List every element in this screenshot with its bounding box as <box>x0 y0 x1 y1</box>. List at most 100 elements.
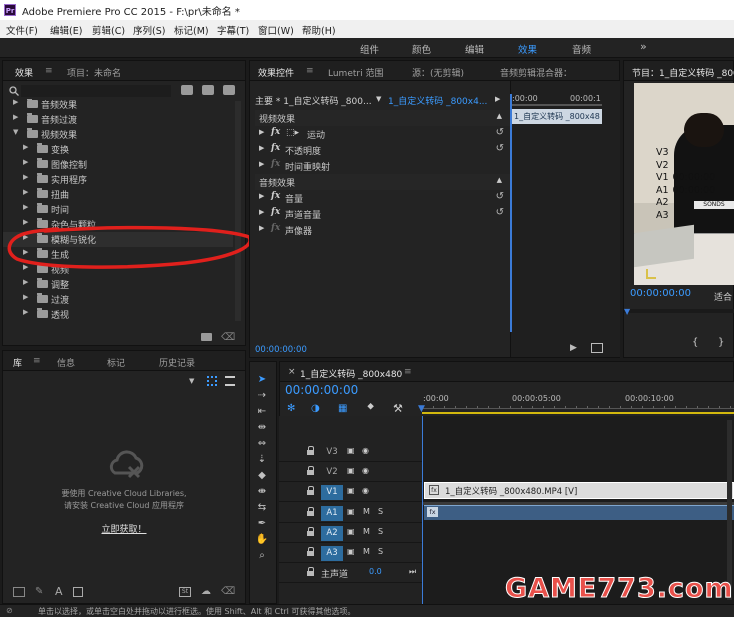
fx-toggle-icon[interactable]: fx <box>271 159 280 169</box>
program-scrub-bar[interactable] <box>624 309 734 313</box>
mini-timeline-playhead[interactable] <box>510 94 512 332</box>
add-content-icon[interactable] <box>13 587 25 597</box>
solo-button[interactable]: S <box>378 527 383 536</box>
effects-tree-item[interactable]: ▶ 图像控制 <box>3 157 233 172</box>
tab-lumetri-scopes[interactable]: Lumetri 范围 <box>328 66 383 79</box>
effects-tree-item[interactable]: ▶ 实用程序 <box>3 172 233 187</box>
lock-icon[interactable] <box>307 446 314 455</box>
disclosure-closed-icon[interactable]: ▶ <box>23 278 28 286</box>
collapse-icon[interactable]: ▲ <box>497 112 502 120</box>
tab-history[interactable]: 历史记录 <box>159 356 195 369</box>
mark-in-button[interactable]: { <box>692 337 698 348</box>
trash-icon[interactable]: ⌫ <box>221 586 235 597</box>
grid-view-icon[interactable] <box>207 376 217 386</box>
fx-toggle-icon[interactable]: fx <box>271 143 280 153</box>
sync-lock-icon[interactable]: ▣ <box>347 527 355 536</box>
workspace-color[interactable]: 颜色 <box>412 42 431 56</box>
program-playhead-icon[interactable]: ▼ <box>624 307 630 316</box>
tab-info[interactable]: 信息 <box>57 356 75 369</box>
track-target-toggle[interactable]: A3 <box>321 546 343 561</box>
snap-icon[interactable]: ◑ <box>311 403 320 414</box>
disclosure-closed-icon[interactable]: ▶ <box>259 208 264 216</box>
ripple-edit-tool-icon[interactable]: ⇤ <box>254 405 270 419</box>
disclosure-open-icon[interactable]: ▼ <box>13 128 18 136</box>
disclosure-closed-icon[interactable]: ▶ <box>23 188 28 196</box>
program-title[interactable]: 节目：1_自定义转码 _800x480 <box>632 66 734 79</box>
lock-icon[interactable] <box>307 547 314 556</box>
sync-lock-icon[interactable]: ▣ <box>347 446 355 455</box>
go-to-end-icon[interactable]: ⏭ <box>409 567 416 577</box>
close-tab-icon[interactable]: × <box>288 367 296 377</box>
workspace-assembly[interactable]: 组件 <box>360 42 379 56</box>
menu-clip[interactable]: 剪辑(C) <box>92 23 125 37</box>
disclosure-closed-icon[interactable]: ▶ <box>23 143 28 151</box>
video-clip[interactable]: fx 1_自定义转码 _800x480.MP4 [V] <box>424 482 734 499</box>
solo-button[interactable]: S <box>378 547 383 556</box>
effects-scrollbar[interactable] <box>235 101 241 321</box>
track-target-toggle[interactable]: V2 <box>321 465 343 480</box>
menu-sequence[interactable]: 序列(S) <box>133 23 165 37</box>
workspace-audio[interactable]: 音频 <box>572 42 591 56</box>
tab-effects[interactable]: 效果 <box>15 66 33 79</box>
fit-select[interactable]: 适合 <box>714 290 732 303</box>
tab-source[interactable]: 源：(无剪辑) <box>412 66 464 79</box>
selection-tool-icon[interactable]: ➤ <box>254 373 270 387</box>
delete-icon[interactable]: ⌫ <box>221 332 235 343</box>
fx-toggle-icon[interactable]: fx <box>271 207 280 217</box>
ec-effect-row[interactable]: ▶ fx 声道音量 ↺ <box>255 206 510 222</box>
menu-edit[interactable]: 编辑(E) <box>50 23 82 37</box>
effects-tree-item[interactable]: ▶ 音频过渡 <box>3 112 233 127</box>
effects-search-input[interactable] <box>21 85 171 97</box>
fx-toggle-icon[interactable]: fx <box>271 223 280 233</box>
tab-markers[interactable]: 标记 <box>107 356 125 369</box>
32bit-effects-icon[interactable] <box>202 85 214 95</box>
tab-audio-clip-mixer[interactable]: 音频剪辑混合器： <box>500 66 572 79</box>
get-cc-link[interactable]: 立即获取！ <box>3 522 245 535</box>
mute-button[interactable]: M <box>363 527 370 536</box>
rolling-edit-tool-icon[interactable]: ⇹ <box>254 421 270 435</box>
track-target-toggle[interactable]: V1 <box>321 485 343 500</box>
panel-menu-icon[interactable]: ≡ <box>33 356 41 366</box>
tab-effect-controls[interactable]: 效果控件 <box>258 66 294 79</box>
reset-icon[interactable]: ↺ <box>496 207 504 218</box>
play-only-icon[interactable]: ▶ <box>495 95 500 103</box>
tab-sequence[interactable]: 1_自定义转码 _800x480 <box>300 367 402 380</box>
ec-effect-row[interactable]: ▶ fx 声像器 <box>255 222 510 238</box>
disclosure-closed-icon[interactable]: ▶ <box>259 160 264 168</box>
ec-effect-row[interactable]: ▶ fx ⬚▸ 运动 ↺ <box>255 126 510 142</box>
reset-icon[interactable]: ↺ <box>496 191 504 202</box>
rate-stretch-tool-icon[interactable]: ⇔ <box>254 437 270 451</box>
track-target-toggle[interactable]: V3 <box>321 445 343 460</box>
timeline-ruler[interactable] <box>422 382 734 416</box>
audio-clip[interactable]: fx <box>424 505 734 520</box>
eye-icon[interactable]: ◉ <box>362 466 369 475</box>
lock-icon[interactable] <box>307 507 314 516</box>
fx-toggle-icon[interactable]: fx <box>271 127 280 137</box>
disclosure-closed-icon[interactable]: ▶ <box>13 99 18 106</box>
text-icon[interactable]: A <box>55 585 63 598</box>
mini-timeline-clip[interactable]: 1_自定义转码 _800x48 <box>512 109 602 124</box>
collapse-icon[interactable]: ▲ <box>497 176 502 184</box>
track-target-toggle[interactable]: A1 <box>321 506 343 521</box>
disclosure-closed-icon[interactable]: ▶ <box>13 113 18 121</box>
panel-menu-icon[interactable]: ≡ <box>404 367 412 377</box>
shape-icon[interactable] <box>73 587 83 597</box>
settings-wrench-icon[interactable]: ⚒ <box>393 402 403 415</box>
program-timecode[interactable]: 00:00:00:00 <box>630 288 691 299</box>
motion-transform-icon[interactable]: ⬚▸ <box>286 128 299 138</box>
master-volume-value[interactable]: 0.0 <box>369 567 382 576</box>
sync-icon[interactable]: ☁ <box>201 586 211 597</box>
list-view-icon[interactable] <box>225 376 235 386</box>
disclosure-closed-icon[interactable]: ▶ <box>259 192 264 200</box>
eye-icon[interactable]: ◉ <box>362 486 369 495</box>
ec-effect-row[interactable]: ▶ fx 音量 ↺ <box>255 190 510 206</box>
disclosure-closed-icon[interactable]: ▶ <box>23 293 28 301</box>
timeline-timecode[interactable]: 00:00:00:00 <box>285 383 358 397</box>
disclosure-closed-icon[interactable]: ▶ <box>259 224 264 232</box>
yuv-effects-icon[interactable] <box>223 85 235 95</box>
effects-tree-item[interactable]: ▶ 过渡 <box>3 292 233 307</box>
timeline-playhead-icon[interactable]: ▼ <box>418 404 425 414</box>
disclosure-closed-icon[interactable]: ▶ <box>23 158 28 166</box>
disclosure-closed-icon[interactable]: ▶ <box>259 128 264 136</box>
mark-out-button[interactable]: } <box>718 337 724 348</box>
